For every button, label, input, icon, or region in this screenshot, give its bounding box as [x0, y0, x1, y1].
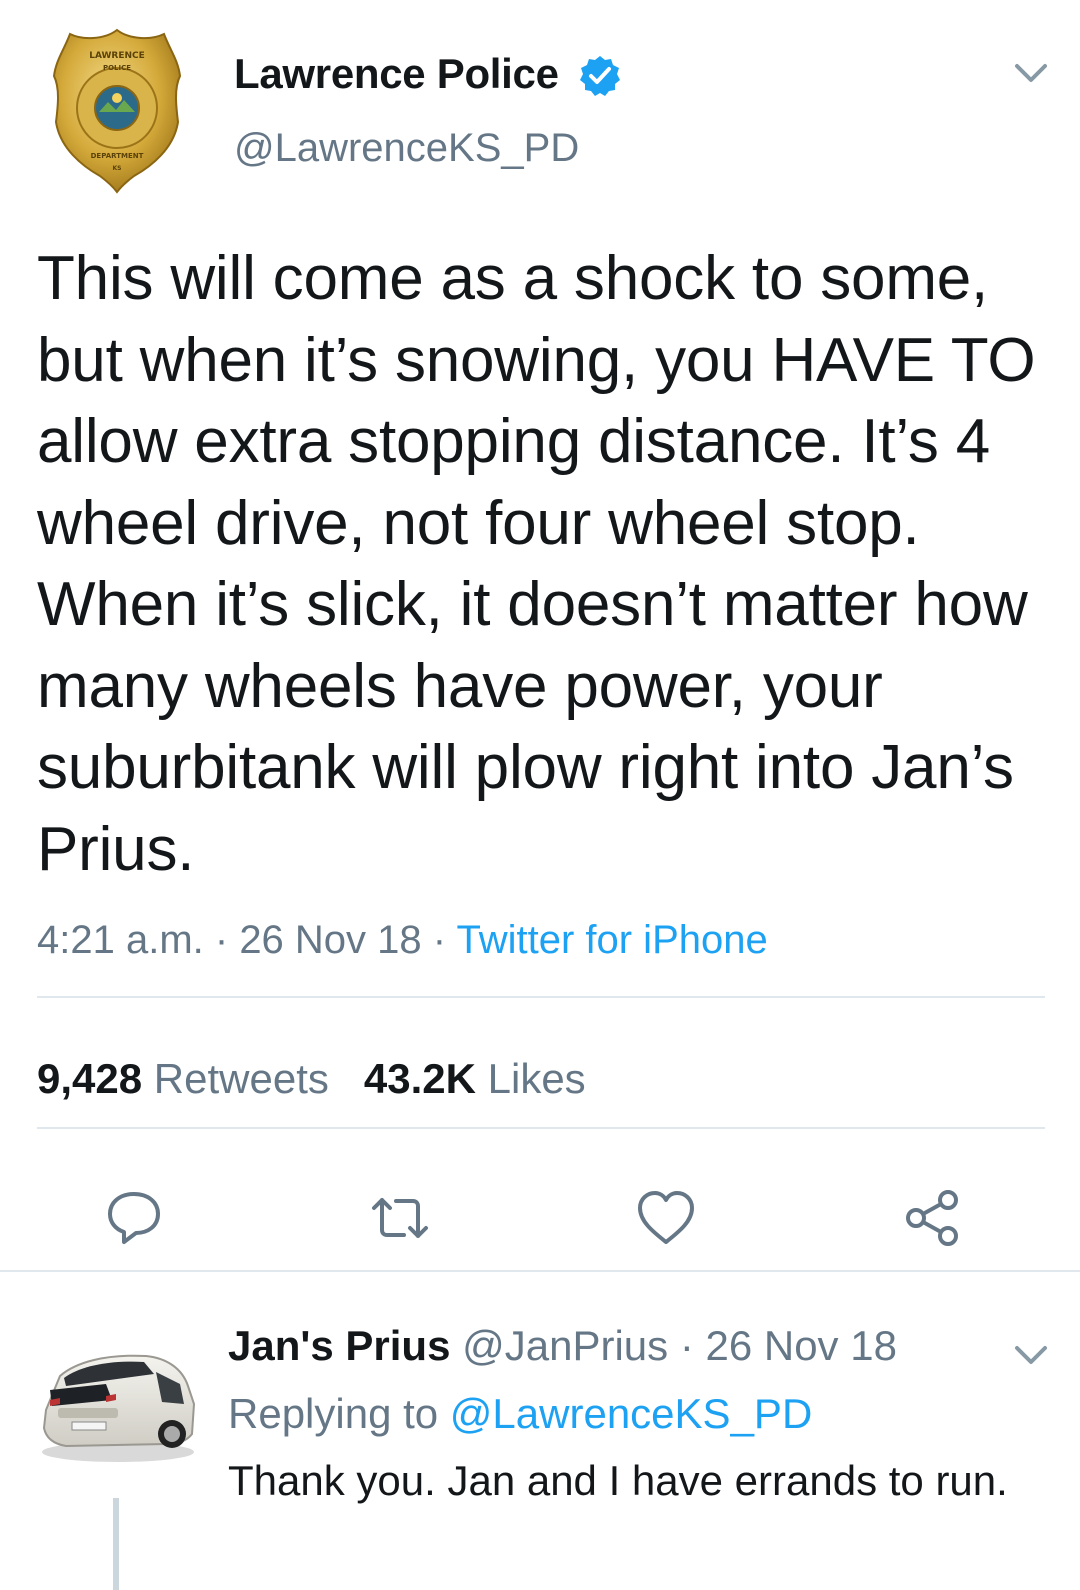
retweet-button[interactable]	[368, 1186, 432, 1250]
likes-stat[interactable]: 43.2K Likes	[364, 1055, 586, 1102]
badge-text-state: KS	[113, 165, 122, 172]
retweets-stat[interactable]: 9,428 Retweets	[37, 1055, 329, 1102]
replying-to-label: Replying to	[228, 1390, 439, 1437]
meta-separator: ·	[421, 918, 457, 962]
retweets-count: 9,428	[37, 1055, 143, 1102]
thread-line	[113, 1498, 119, 1590]
like-button[interactable]	[634, 1186, 698, 1250]
likes-count: 43.2K	[363, 1055, 476, 1102]
retweets-label: Retweets	[153, 1055, 329, 1102]
divider	[37, 1127, 1045, 1129]
share-icon	[906, 1190, 958, 1246]
reply-button[interactable]	[102, 1186, 166, 1250]
tweet-date[interactable]: 26 Nov 18	[239, 918, 421, 962]
tweet-source[interactable]: Twitter for iPhone	[456, 918, 767, 962]
author-handle[interactable]: @LawrenceKS_PD	[234, 126, 579, 171]
avatar[interactable]: LAWRENCE POLICE DEPARTMENT KS	[52, 26, 182, 194]
police-badge-icon: LAWRENCE POLICE DEPARTMENT KS	[52, 28, 182, 194]
reply-icon	[108, 1192, 160, 1244]
reply-header: Jan's Prius @JanPrius · 26 Nov 18	[228, 1322, 897, 1370]
tweet-meta: 4:21 a.m. · 26 Nov 18 · Twitter for iPho…	[37, 918, 768, 963]
badge-text-police: POLICE	[103, 64, 131, 72]
replying-to: Replying to @LawrenceKS_PD	[228, 1390, 812, 1438]
replying-to-handle[interactable]: @LawrenceKS_PD	[450, 1390, 812, 1437]
badge-text-city: LAWRENCE	[89, 51, 145, 61]
reply-avatar[interactable]	[36, 1334, 198, 1466]
chevron-down-icon[interactable]	[1012, 1342, 1050, 1368]
meta-separator: ·	[668, 1322, 706, 1369]
meta-separator: ·	[203, 918, 240, 962]
reply-author-name[interactable]: Jan's Prius	[228, 1322, 450, 1369]
share-button[interactable]	[900, 1186, 964, 1250]
divider	[37, 996, 1045, 998]
author-name[interactable]: Lawrence Police	[234, 50, 559, 98]
tweet-text: This will come as a shock to some, but w…	[37, 244, 1036, 884]
reply-text: Thank you. Jan and I have errands to run…	[228, 1457, 1008, 1504]
reply-author-handle[interactable]: @JanPrius	[462, 1322, 668, 1369]
tweet-time: 4:21 a.m.	[37, 918, 204, 962]
likes-label: Likes	[487, 1055, 586, 1102]
heart-icon	[638, 1191, 694, 1244]
section-divider	[0, 1270, 1080, 1272]
tweet-stats: 9,428 Retweets 43.2K Likes	[37, 1055, 586, 1103]
prius-car-icon	[42, 1354, 196, 1462]
retweet-icon	[372, 1198, 428, 1238]
badge-text-dept: DEPARTMENT	[91, 152, 144, 160]
verified-icon	[578, 54, 622, 98]
reply-date[interactable]: 26 Nov 18	[705, 1322, 896, 1369]
chevron-down-icon[interactable]	[1012, 60, 1050, 86]
